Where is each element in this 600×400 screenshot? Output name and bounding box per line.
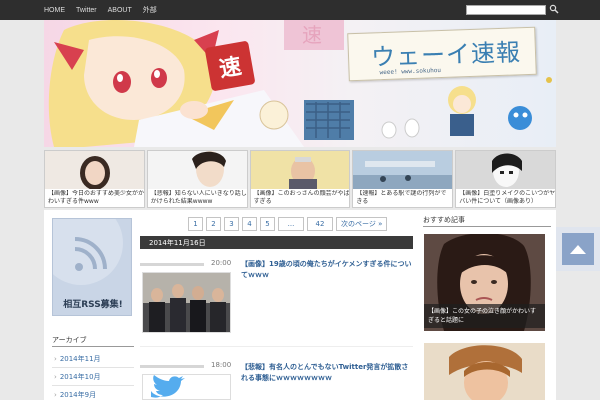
featured-item[interactable]: 【画像】白塗りメイクのこいつがヤバい件について（画像あり） — [455, 150, 556, 208]
scroll-to-top-button[interactable] — [556, 227, 600, 271]
nav-about[interactable]: ABOUT — [108, 7, 132, 14]
archive-link[interactable]: 2014年9月 — [60, 390, 96, 400]
divider — [423, 226, 551, 227]
armband-text: 速 — [217, 54, 244, 83]
header-banner[interactable]: 速 速 ウェーイ速報 weee! www.sokuhou — [44, 20, 556, 147]
divider — [52, 346, 134, 347]
archive-title: アーカイブ — [52, 336, 87, 344]
rss-label: 相互RSS募集! — [63, 300, 123, 310]
post-time: 20:00 — [211, 259, 232, 267]
site-subtitle: weee! www.sokuhou — [379, 67, 442, 77]
post-title[interactable]: 【悲報】有名人のとんでもないTwitter発言が拡散される事態にｗｗｗｗｗｗｗｗ — [241, 362, 413, 384]
search-icon[interactable] — [549, 4, 559, 14]
page-button[interactable]: 5 — [260, 217, 275, 231]
sidebar-article-caption: 【画像】この女の子の泣き顔がかわいすぎると話題に — [424, 304, 545, 328]
sidebar-article-image — [424, 343, 545, 400]
rss-banner[interactable]: 相互RSS募集! — [52, 218, 132, 316]
post-thumbnail-image — [143, 273, 230, 332]
sidebar-title: おすすめ記事 — [423, 216, 465, 224]
page-button[interactable]: 4 — [242, 217, 257, 231]
armband-badge: 速 — [204, 40, 256, 92]
search-input[interactable] — [466, 5, 546, 15]
chevron-right-icon: › — [54, 390, 57, 399]
featured-row: 【画像】今日のおすすめ美少女がかわいすぎる件www 【悲報】知らない人にいきなり… — [44, 150, 556, 208]
archive-item[interactable]: › 2014年9月 — [52, 386, 134, 400]
post-time-line — [140, 365, 204, 368]
archive-link[interactable]: 2014年11月 — [60, 354, 101, 364]
sidebar-article-card[interactable] — [424, 343, 545, 400]
page-button[interactable]: 3 — [224, 217, 239, 231]
nav-external[interactable]: 外部 — [143, 5, 157, 15]
nav-twitter[interactable]: Twitter — [76, 7, 97, 14]
chevron-right-icon: › — [54, 354, 57, 363]
featured-image — [250, 151, 350, 189]
featured-item[interactable]: 【画像】今日のおすすめ美少女がかわいすぎる件www — [44, 150, 145, 208]
featured-caption: 【画像】このおっさんの顔芸がやばすぎる — [253, 190, 350, 205]
archive-item[interactable]: › 2014年10月 — [52, 368, 134, 386]
site-title: ウェーイ速報 — [370, 38, 522, 72]
featured-image — [45, 151, 144, 189]
nav-home[interactable]: HOME — [44, 7, 65, 14]
post-time: 18:00 — [211, 361, 232, 369]
featured-image — [456, 151, 555, 189]
featured-caption: 【画像】白塗りメイクのこいつがヤバい件について（画像あり） — [459, 190, 556, 205]
page-ellipsis: ... — [278, 217, 304, 231]
page-button[interactable]: 2 — [206, 217, 221, 231]
page-button[interactable]: 1 — [188, 217, 203, 231]
next-page-button[interactable]: 次のページ » — [336, 217, 388, 231]
archive-item[interactable]: › 2014年11月 — [52, 350, 134, 368]
archive-link[interactable]: 2014年10月 — [60, 372, 101, 382]
chevron-right-icon: › — [54, 372, 57, 381]
featured-caption: 【速報】とある駅で謎の行列ができる — [356, 190, 447, 205]
divider — [140, 346, 413, 347]
site-logo[interactable]: ウェーイ速報 weee! www.sokuhou — [347, 26, 537, 82]
featured-image — [353, 151, 453, 189]
featured-item[interactable]: 【画像】このおっさんの顔芸がやばすぎる — [249, 150, 351, 208]
top-nav: HOME Twitter ABOUT 外部 — [44, 0, 157, 20]
top-nav-bar: HOME Twitter ABOUT 外部 — [0, 0, 600, 20]
post-thumbnail[interactable] — [142, 272, 231, 333]
post-title[interactable]: 【画像】19歳の頃の俺たちがイケメンすぎる件についてｗｗｗ — [241, 259, 413, 281]
featured-item[interactable]: 【速報】とある駅で謎の行列ができる — [352, 150, 454, 208]
svg-text:速: 速 — [302, 23, 322, 47]
featured-item[interactable]: 【悲報】知らない人にいきなり話しかけられた結果wwww — [146, 150, 248, 208]
page-button[interactable]: 42 — [307, 217, 333, 231]
post-thumbnail[interactable] — [142, 374, 231, 400]
twitter-bird-icon — [143, 375, 230, 399]
date-header: 2014年11月16日 — [140, 236, 413, 249]
arrow-up-icon — [570, 245, 586, 254]
archive-list: › 2014年11月 › 2014年10月 › 2014年9月 — [52, 350, 134, 400]
sidebar-article-card[interactable]: 【画像】この女の子の泣き顔がかわいすぎると話題に — [424, 234, 545, 331]
post-time-line — [140, 263, 204, 266]
pagination: 1 2 3 4 5 ... 42 次のページ » — [188, 217, 388, 231]
featured-caption: 【悲報】知らない人にいきなり話しかけられた結果wwww — [150, 190, 247, 205]
scroll-top-inner — [562, 233, 594, 265]
featured-caption: 【画像】今日のおすすめ美少女がかわいすぎる件www — [48, 190, 144, 205]
featured-image — [147, 151, 247, 189]
